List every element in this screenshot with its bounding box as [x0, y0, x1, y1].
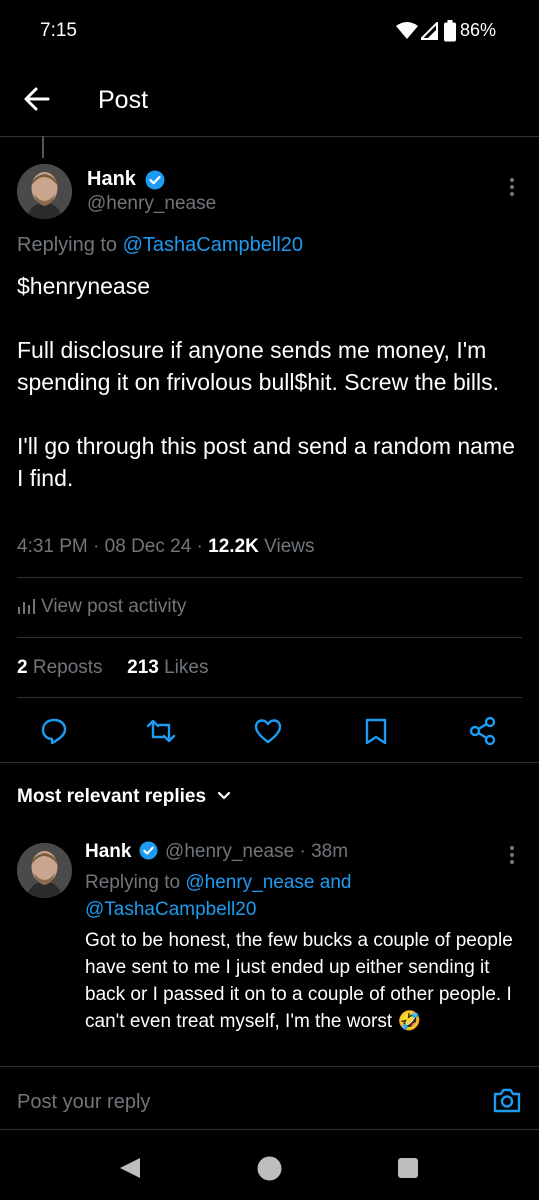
views-label: Views — [264, 536, 315, 557]
status-time: 7:15 — [40, 20, 77, 41]
rofl-emoji-icon: 🤣 — [397, 1011, 422, 1032]
reply-input[interactable]: Post your reply — [17, 1091, 150, 1114]
replies-sort-label: Most relevant replies — [17, 786, 207, 807]
post-date: 08 Dec 24 — [104, 536, 192, 557]
activity-label: View post activity — [41, 596, 187, 617]
reply-replying-to-label: Replying to — [85, 872, 181, 893]
battery-icon — [444, 20, 456, 47]
mention-and: and — [319, 872, 352, 893]
signal-icon — [418, 20, 438, 45]
camera-icon[interactable] — [492, 1086, 522, 1119]
reply-icon[interactable] — [40, 717, 68, 750]
mention-link[interactable]: @TashaCampbell20 — [85, 899, 256, 920]
replies-sort-dropdown[interactable]: Most relevant replies — [17, 785, 231, 808]
likes-label[interactable]: Likes — [164, 657, 208, 678]
more-options-icon[interactable] — [502, 176, 522, 203]
reply-body: Got to be honest, the few bucks a couple… — [85, 927, 525, 1035]
post-time: 4:31 PM — [17, 536, 88, 557]
post-body: $henrynease Full disclosure if anyone se… — [17, 273, 515, 491]
battery-percentage: 86% — [460, 20, 497, 40]
top-app-bar: Post — [0, 62, 539, 137]
status-bar: 7:15 86% — [0, 0, 539, 62]
replying-to-label: Replying to — [17, 234, 118, 256]
bar-chart-icon — [17, 598, 35, 620]
reply-body-text: Got to be honest, the few bucks a couple… — [85, 930, 513, 1032]
thread-connector-line — [42, 136, 44, 158]
post-timestamp: 4:31 PM · 08 Dec 24 · 12.2K Views — [17, 536, 315, 557]
page-title: Post — [98, 86, 149, 114]
wifi-icon — [396, 22, 418, 45]
nav-recents-icon[interactable] — [397, 1157, 419, 1184]
reposts-count[interactable]: 2 — [17, 657, 28, 678]
avatar[interactable] — [17, 164, 72, 219]
reply-more-options-icon[interactable] — [502, 844, 522, 871]
engagement-stats: 2 Reposts 213 Likes — [17, 657, 208, 679]
repost-icon[interactable] — [146, 717, 176, 750]
divider — [0, 762, 539, 763]
mention-link[interactable]: @TashaCampbell20 — [123, 234, 303, 256]
verified-badge-icon — [145, 170, 165, 195]
likes-count[interactable]: 213 — [127, 657, 159, 678]
share-icon[interactable] — [469, 716, 497, 751]
author-name[interactable]: Hank — [87, 168, 136, 191]
reply-author-handle[interactable]: @henry_nease — [165, 841, 294, 862]
verified-badge-icon — [139, 841, 158, 866]
reply-age: · 38m — [299, 841, 349, 862]
mention-link[interactable]: @henry_nease — [185, 872, 314, 893]
chevron-down-icon — [217, 785, 231, 807]
author-handle[interactable]: @henry_nease — [87, 193, 216, 215]
reposts-label[interactable]: Reposts — [33, 657, 103, 678]
reply-composer[interactable]: Post your reply — [0, 1067, 539, 1129]
nav-home-icon[interactable] — [257, 1156, 282, 1186]
bookmark-icon[interactable] — [364, 718, 388, 751]
reply-replying-to-line: Replying to @henry_nease and @TashaCampb… — [85, 869, 505, 923]
like-heart-icon[interactable] — [254, 718, 282, 749]
divider — [17, 697, 522, 698]
view-post-activity[interactable]: View post activity — [17, 596, 186, 620]
divider — [17, 637, 522, 638]
views-count: 12.2K — [208, 536, 259, 557]
nav-back-icon[interactable] — [118, 1156, 142, 1185]
reply-header: Hank @henry_nease · 38m — [85, 841, 348, 866]
reply-avatar[interactable] — [17, 843, 72, 898]
divider — [0, 1129, 539, 1130]
replying-to-line: Replying to @TashaCampbell20 — [17, 234, 303, 257]
back-arrow-icon[interactable] — [20, 82, 54, 121]
reply-author-name[interactable]: Hank — [85, 841, 131, 862]
divider — [17, 577, 522, 578]
system-navigation-bar — [0, 1140, 539, 1200]
